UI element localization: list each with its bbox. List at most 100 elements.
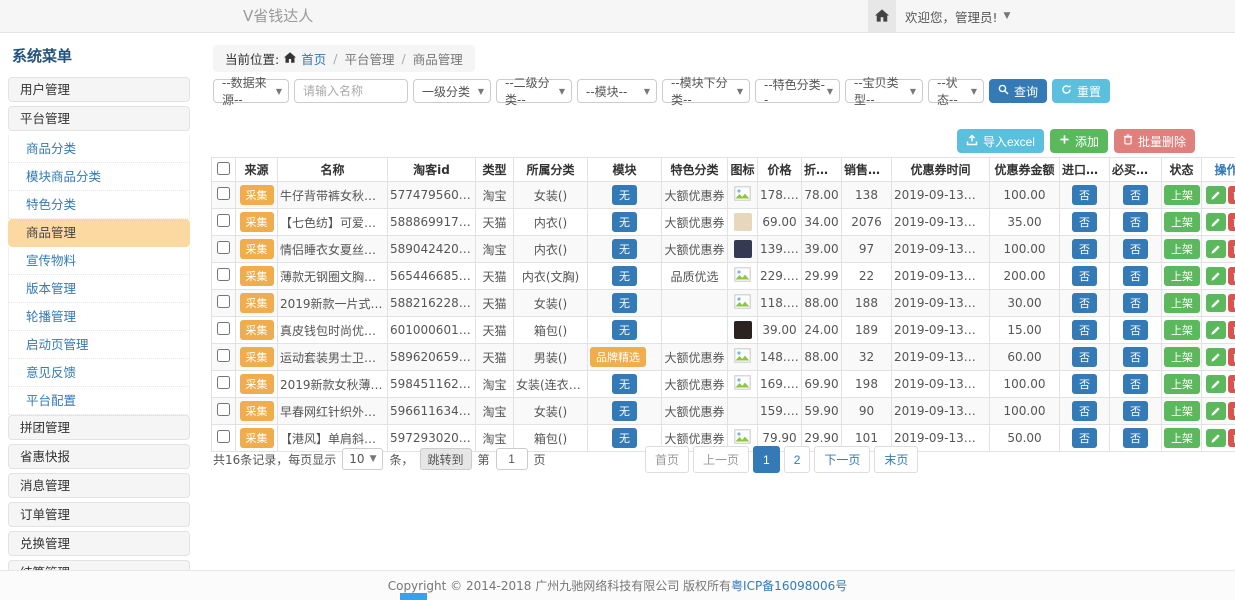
- filter-select-feature-category[interactable]: --特色分类--▼: [755, 79, 840, 103]
- must-buy-toggle-button[interactable]: 否: [1123, 374, 1148, 394]
- sidebar-item-feature-category[interactable]: 特色分类: [8, 191, 190, 219]
- batch-delete-button[interactable]: 批量删除: [1114, 129, 1195, 153]
- edit-button[interactable]: [1206, 375, 1226, 393]
- delete-button[interactable]: [1228, 429, 1235, 447]
- imported-toggle-button[interactable]: 否: [1072, 266, 1097, 286]
- filter-name-input[interactable]: [294, 79, 408, 103]
- delete-button[interactable]: [1228, 240, 1235, 258]
- row-checkbox[interactable]: [217, 403, 230, 416]
- sidebar-item-feedback[interactable]: 意见反馈: [8, 359, 190, 387]
- imported-toggle-button[interactable]: 否: [1072, 401, 1097, 421]
- status-button[interactable]: 上架: [1164, 401, 1200, 421]
- query-button[interactable]: 查询: [989, 79, 1047, 103]
- edit-button[interactable]: [1206, 348, 1226, 366]
- page-button-1[interactable]: 1: [753, 446, 780, 473]
- imported-toggle-button[interactable]: 否: [1072, 374, 1097, 394]
- status-button[interactable]: 上架: [1164, 239, 1200, 259]
- edit-button[interactable]: [1206, 240, 1226, 258]
- imported-toggle-button[interactable]: 否: [1072, 185, 1097, 205]
- edit-button[interactable]: [1206, 186, 1226, 204]
- imported-toggle-button[interactable]: 否: [1072, 293, 1097, 313]
- delete-button[interactable]: [1228, 348, 1235, 366]
- status-button[interactable]: 上架: [1164, 266, 1200, 286]
- jump-button[interactable]: 跳转到: [420, 448, 472, 470]
- import-excel-button[interactable]: 导入excel: [957, 129, 1044, 153]
- user-menu[interactable]: 欢迎您，管理员! ▼: [905, 0, 1010, 32]
- reset-button[interactable]: 重置: [1052, 79, 1110, 103]
- status-button[interactable]: 上架: [1164, 185, 1200, 205]
- sidebar-item-express-news[interactable]: 省惠快报: [8, 444, 190, 469]
- filter-select-module[interactable]: --模块--▼: [577, 79, 657, 103]
- row-checkbox[interactable]: [217, 349, 230, 362]
- status-button[interactable]: 上架: [1164, 320, 1200, 340]
- must-buy-toggle-button[interactable]: 否: [1123, 239, 1148, 259]
- row-checkbox[interactable]: [217, 322, 230, 335]
- page-button-末页[interactable]: 末页: [874, 446, 918, 473]
- edit-button[interactable]: [1206, 294, 1226, 312]
- sidebar-item-exchange-management[interactable]: 兑换管理: [8, 531, 190, 556]
- must-buy-toggle-button[interactable]: 否: [1123, 428, 1148, 448]
- imported-toggle-button[interactable]: 否: [1072, 212, 1097, 232]
- sidebar-item-platform-management[interactable]: 平台管理: [8, 106, 190, 131]
- sidebar-item-user-management[interactable]: 用户管理: [8, 77, 190, 102]
- filter-select-status[interactable]: --状态--▼: [928, 79, 984, 103]
- must-buy-toggle-button[interactable]: 否: [1123, 347, 1148, 367]
- imported-toggle-button[interactable]: 否: [1072, 320, 1097, 340]
- edit-button[interactable]: [1206, 402, 1226, 420]
- row-checkbox[interactable]: [217, 430, 230, 443]
- select-all-checkbox[interactable]: [217, 162, 230, 175]
- icp-link[interactable]: 粤ICP备16098006号: [731, 577, 847, 594]
- must-buy-toggle-button[interactable]: 否: [1123, 266, 1148, 286]
- page-button-上一页[interactable]: 上一页: [693, 446, 749, 473]
- page-button-首页[interactable]: 首页: [645, 446, 689, 473]
- home-button[interactable]: [868, 0, 896, 32]
- status-button[interactable]: 上架: [1164, 347, 1200, 367]
- status-button[interactable]: 上架: [1164, 428, 1200, 448]
- page-number-input[interactable]: [496, 448, 528, 470]
- sidebar-item-groupbuy-management[interactable]: 拼团管理: [8, 415, 190, 440]
- must-buy-toggle-button[interactable]: 否: [1123, 320, 1148, 340]
- filter-select-level2-category[interactable]: --二级分类--▼: [496, 79, 572, 103]
- filter-select-module-subcategory[interactable]: --模块下分类--▼: [662, 79, 750, 103]
- imported-toggle-button[interactable]: 否: [1072, 347, 1097, 367]
- sidebar-item-module-goods-category[interactable]: 模块商品分类: [8, 163, 190, 191]
- filter-select-level1-category[interactable]: 一级分类▼: [413, 79, 491, 103]
- edit-button[interactable]: [1206, 213, 1226, 231]
- breadcrumb-home-link[interactable]: 首页: [301, 49, 326, 68]
- delete-button[interactable]: [1228, 294, 1235, 312]
- status-button[interactable]: 上架: [1164, 293, 1200, 313]
- row-checkbox[interactable]: [217, 187, 230, 200]
- per-page-select[interactable]: 10 ▼: [342, 448, 383, 470]
- edit-button[interactable]: [1206, 429, 1226, 447]
- sidebar-item-promo-material[interactable]: 宣传物料: [8, 247, 190, 275]
- sidebar-item-message-management[interactable]: 消息管理: [8, 473, 190, 498]
- imported-toggle-button[interactable]: 否: [1072, 239, 1097, 259]
- sidebar-item-splash-management[interactable]: 启动页管理: [8, 331, 190, 359]
- filter-select-data-source[interactable]: --数据来源--▼: [213, 79, 289, 103]
- status-button[interactable]: 上架: [1164, 212, 1200, 232]
- status-button[interactable]: 上架: [1164, 374, 1200, 394]
- must-buy-toggle-button[interactable]: 否: [1123, 185, 1148, 205]
- edit-button[interactable]: [1206, 267, 1226, 285]
- sidebar-item-version-management[interactable]: 版本管理: [8, 275, 190, 303]
- delete-button[interactable]: [1228, 267, 1235, 285]
- page-button-下一页[interactable]: 下一页: [814, 446, 870, 473]
- row-checkbox[interactable]: [217, 241, 230, 254]
- delete-button[interactable]: [1228, 375, 1235, 393]
- row-checkbox[interactable]: [217, 295, 230, 308]
- must-buy-toggle-button[interactable]: 否: [1123, 401, 1148, 421]
- sidebar-item-order-management[interactable]: 订单管理: [8, 502, 190, 527]
- edit-button[interactable]: [1206, 321, 1226, 339]
- imported-toggle-button[interactable]: 否: [1072, 428, 1097, 448]
- page-button-2[interactable]: 2: [784, 446, 811, 473]
- must-buy-toggle-button[interactable]: 否: [1123, 293, 1148, 313]
- delete-button[interactable]: [1228, 213, 1235, 231]
- sidebar-item-goods-category[interactable]: 商品分类: [8, 135, 190, 163]
- sidebar-item-platform-config[interactable]: 平台配置: [8, 387, 190, 415]
- row-checkbox[interactable]: [217, 214, 230, 227]
- row-checkbox[interactable]: [217, 268, 230, 281]
- delete-button[interactable]: [1228, 402, 1235, 420]
- delete-button[interactable]: [1228, 321, 1235, 339]
- sidebar-item-goods-management[interactable]: 商品管理: [8, 219, 190, 247]
- must-buy-toggle-button[interactable]: 否: [1123, 212, 1148, 232]
